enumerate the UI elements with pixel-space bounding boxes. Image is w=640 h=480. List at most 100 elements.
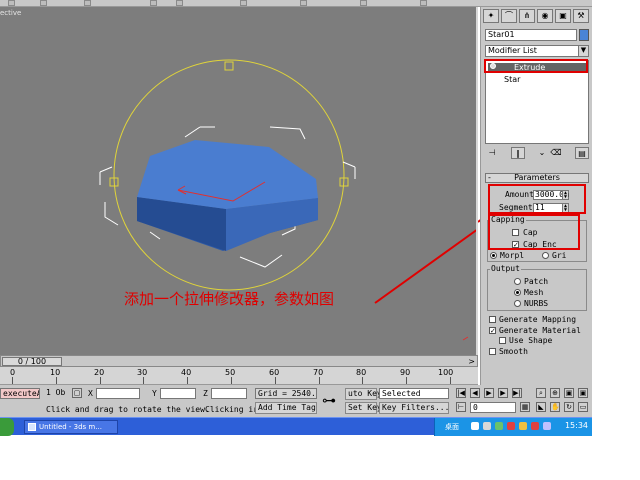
clock[interactable]: 15:34 <box>565 421 588 430</box>
stack-item-star[interactable]: Star <box>504 75 520 84</box>
tray-icon[interactable] <box>519 422 527 430</box>
remove-modifier-icon[interactable]: ⌫ <box>549 147 563 159</box>
toolbar-button[interactable] <box>40 0 47 6</box>
track-bar[interactable]: 0 10 20 30 40 50 60 70 80 90 100 <box>0 367 478 385</box>
zoom-all-icon[interactable]: ⊕ <box>550 388 560 398</box>
utilities-tab-icon[interactable]: ⚒ <box>573 9 589 23</box>
mesh-radio[interactable] <box>514 289 521 296</box>
play-icon[interactable]: ▶ <box>484 388 494 398</box>
modifier-list-dropdown[interactable]: Modifier List ▼ <box>485 45 589 57</box>
create-tab-icon[interactable]: ✦ <box>483 9 499 23</box>
toolbar-button[interactable] <box>176 0 183 6</box>
page-margin <box>592 0 640 480</box>
generate-material-checkbox[interactable]: ✓ <box>489 327 496 335</box>
time-slider[interactable]: 0 / 100 > <box>0 355 478 367</box>
extruded-star-object <box>137 140 318 251</box>
chevron-down-icon[interactable]: ▼ <box>578 46 588 56</box>
parameters-title: Parameters <box>514 173 560 182</box>
smooth-checkbox[interactable] <box>489 348 496 355</box>
world-axis <box>462 336 469 341</box>
next-frame-icon[interactable]: ▶ <box>498 388 508 398</box>
tray-text: 桌面 <box>445 423 459 431</box>
toolbar-button[interactable] <box>360 0 367 6</box>
modify-tab-icon[interactable]: ⌒ <box>501 9 517 23</box>
motion-tab-icon[interactable]: ◉ <box>537 9 553 23</box>
windows-taskbar: Untitled - 3ds m... 桌面 15:34 <box>0 417 592 436</box>
zoom-extents-all-icon[interactable]: ▣ <box>578 388 588 398</box>
use-shape-label: Use Shape <box>509 336 553 345</box>
key-icon[interactable]: ⊶ <box>322 393 336 409</box>
go-to-end-icon[interactable]: ▶| <box>512 388 522 398</box>
toolbar-button[interactable] <box>240 0 247 6</box>
status-bar: executeAc 1 Ob ▢ X Y Z Grid = 2540.0 ⊶ u… <box>0 385 592 417</box>
display-tab-icon[interactable]: ▣ <box>555 9 571 23</box>
set-key-button[interactable]: Set Key <box>345 402 382 414</box>
toolbar-button[interactable] <box>84 0 91 6</box>
field-of-view-icon[interactable]: ◣ <box>536 402 546 412</box>
grid-radio[interactable] <box>542 252 549 259</box>
pin-stack-icon[interactable]: ⊣ <box>485 147 499 159</box>
modifier-list-label: Modifier List <box>488 46 537 55</box>
tray-icon[interactable] <box>471 422 479 430</box>
generate-mapping-checkbox[interactable] <box>489 316 496 323</box>
show-end-result-icon[interactable]: ∥ <box>511 147 525 159</box>
toolbar-button[interactable] <box>420 0 427 6</box>
chevron-right-icon[interactable]: > <box>468 357 475 366</box>
object-color-swatch[interactable] <box>579 29 589 41</box>
gizmo-handle-top <box>224 61 234 71</box>
add-time-tag-button[interactable]: Add Time Tag <box>255 402 317 414</box>
tray-icon[interactable] <box>531 422 539 430</box>
configure-modifier-sets-icon[interactable]: ▤ <box>575 147 589 159</box>
track-tick-label: 90 <box>400 368 411 377</box>
hierarchy-tab-icon[interactable]: ⋔ <box>519 9 535 23</box>
stack-toolbar: ⊣ ∥ ⌄ ⌫ ▤ <box>485 147 589 161</box>
z-coordinate-field[interactable] <box>211 388 247 399</box>
morph-label: Morpl <box>500 251 525 260</box>
maxscript-listener[interactable]: executeAc <box>0 388 40 399</box>
taskbar-item-3dsmax[interactable]: Untitled - 3ds m... <box>24 420 118 434</box>
lock-selection-icon[interactable]: ▢ <box>72 388 82 398</box>
track-tick-label: 10 <box>50 368 61 377</box>
key-filters-button[interactable]: Key Filters... <box>379 402 449 414</box>
zoom-extents-icon[interactable]: ▣ <box>564 388 574 398</box>
tray-icon[interactable] <box>483 422 491 430</box>
tray-icon[interactable] <box>507 422 515 430</box>
tray-icon[interactable] <box>543 422 551 430</box>
morph-radio[interactable] <box>490 252 497 259</box>
y-label: Y <box>152 389 157 398</box>
track-tick-label: 70 <box>313 368 324 377</box>
track-tick-label: 60 <box>269 368 280 377</box>
toolbar-button[interactable] <box>150 0 157 6</box>
track-tick-label: 100 <box>438 368 454 377</box>
pan-icon[interactable]: ✋ <box>550 402 560 412</box>
y-coordinate-field[interactable] <box>160 388 196 399</box>
nurbs-label: NURBS <box>524 299 549 308</box>
taskbar-item-label: Untitled - 3ds m... <box>39 423 102 431</box>
make-unique-icon[interactable]: ⌄ <box>535 147 549 159</box>
prompt-line-2: Clicking ir <box>205 405 258 414</box>
key-filter-dropdown[interactable]: Selected <box>379 388 449 399</box>
current-frame-field[interactable]: 0 <box>470 402 516 413</box>
toolbar-button[interactable] <box>300 0 307 6</box>
z-label: Z <box>203 389 208 398</box>
object-name-field[interactable]: Star01 <box>485 29 577 41</box>
use-shape-checkbox[interactable] <box>499 337 506 344</box>
time-slider-thumb[interactable]: 0 / 100 <box>2 357 62 366</box>
start-button[interactable] <box>0 418 14 436</box>
tray-icon[interactable] <box>495 422 503 430</box>
nurbs-radio[interactable] <box>514 300 521 307</box>
patch-radio[interactable] <box>514 278 521 285</box>
arc-rotate-icon[interactable]: ↻ <box>564 402 574 412</box>
go-to-start-icon[interactable]: |◀ <box>456 388 466 398</box>
auto-key-button[interactable]: uto Key <box>345 388 382 400</box>
maximize-viewport-icon[interactable]: ▭ <box>578 402 588 412</box>
parameters-rollout-header[interactable]: - Parameters <box>485 173 589 183</box>
annotation-text: 添加一个拉伸修改器，参数如图 <box>124 290 335 308</box>
key-mode-icon[interactable]: ⊢ <box>456 402 466 412</box>
collapse-icon[interactable]: - <box>488 174 491 182</box>
previous-frame-icon[interactable]: ◀ <box>470 388 480 398</box>
x-coordinate-field[interactable] <box>96 388 140 399</box>
time-config-icon[interactable]: ▦ <box>520 402 530 412</box>
toolbar-button[interactable] <box>8 0 15 6</box>
zoom-icon[interactable]: ⌕ <box>536 388 546 398</box>
